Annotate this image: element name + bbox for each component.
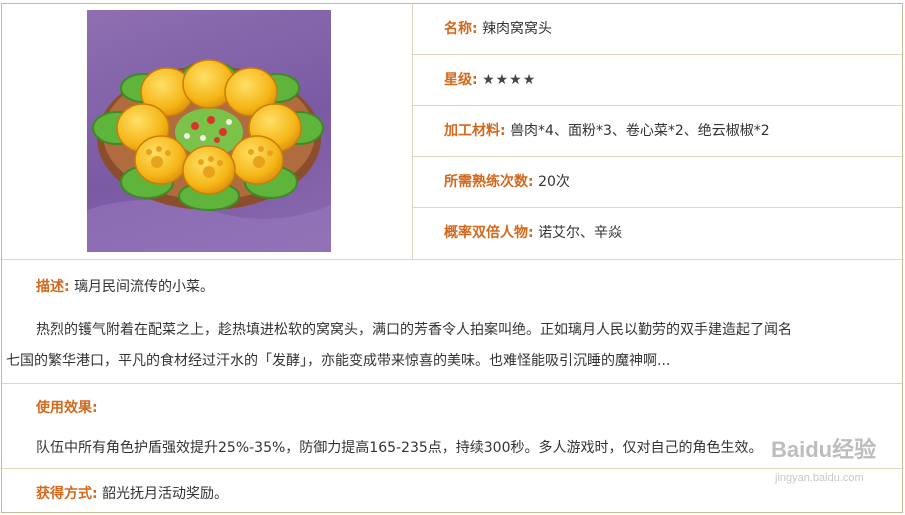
effect-text: 队伍中所有角色护盾强效提升25%-35%，防御力提高165-235点，持续300… [36, 440, 763, 456]
food-image-cell [2, 4, 413, 259]
watermark-brand: Baidu经验 [771, 437, 877, 462]
attr-materials-value: 兽肉*4、面粉*3、卷心菜*2、绝云椒椒*2 [510, 123, 770, 139]
description-short-text: 璃月民间流传的小菜。 [74, 279, 215, 295]
attr-name: 名称: 辣肉窝窝头 [413, 4, 902, 55]
description-line-1: 热烈的镬气附着在配菜之上，趁热填进松软的窝窝头，满口的芳香令人拍案叫绝。正如璃月… [36, 322, 792, 338]
attr-rarity-label: 星级: [444, 72, 478, 88]
attr-proficiency-value: 20次 [538, 174, 570, 190]
watermark-url: jingyan.baidu.com [775, 472, 864, 484]
description-short: 描述: 璃月民间流传的小菜。 [36, 276, 214, 296]
attr-proficiency: 所需熟练次数: 20次 [413, 157, 902, 208]
attr-double-label: 概率双倍人物: [444, 225, 534, 241]
baidu-watermark: Baidu经验 jingyan.baidu.com [767, 432, 887, 502]
description-section: 描述: 璃月民间流传的小菜。 热烈的镬气附着在配菜之上，趁热填进松软的窝窝头，满… [2, 260, 902, 384]
attr-rarity: 星级: ★★★★ [413, 55, 902, 106]
spicy-meat-wowotou-icon [87, 59, 331, 252]
food-image [87, 10, 331, 252]
description-line-2: 七国的繁华港口，平凡的食材经过汗水的「发酵」，亦能变成带来惊喜的美味。也难怪能吸… [6, 353, 671, 369]
rarity-stars: ★★★★ [482, 72, 537, 88]
attr-name-label: 名称: [444, 21, 478, 37]
effect-label: 使用效果: [36, 400, 98, 416]
source-label: 获得方式: [36, 486, 98, 502]
source-row: 获得方式: 韶光抚月活动奖励。 [36, 483, 228, 503]
attr-name-value: 辣肉窝窝头 [482, 21, 553, 37]
attr-proficiency-label: 所需熟练次数: [444, 174, 534, 190]
food-summary: 名称: 辣肉窝窝头 星级: ★★★★ 加工材料: 兽肉*4、面粉*3、卷心菜*2… [2, 4, 902, 260]
food-attributes: 名称: 辣肉窝窝头 星级: ★★★★ 加工材料: 兽肉*4、面粉*3、卷心菜*2… [413, 4, 902, 259]
attr-materials: 加工材料: 兽肉*4、面粉*3、卷心菜*2、绝云椒椒*2 [413, 106, 902, 157]
description-label: 描述: [36, 279, 70, 295]
attr-double-value: 诺艾尔、辛焱 [538, 225, 623, 241]
attr-materials-label: 加工材料: [444, 123, 506, 139]
source-text: 韶光抚月活动奖励。 [102, 486, 229, 502]
attr-double: 概率双倍人物: 诺艾尔、辛焱 [413, 208, 902, 259]
